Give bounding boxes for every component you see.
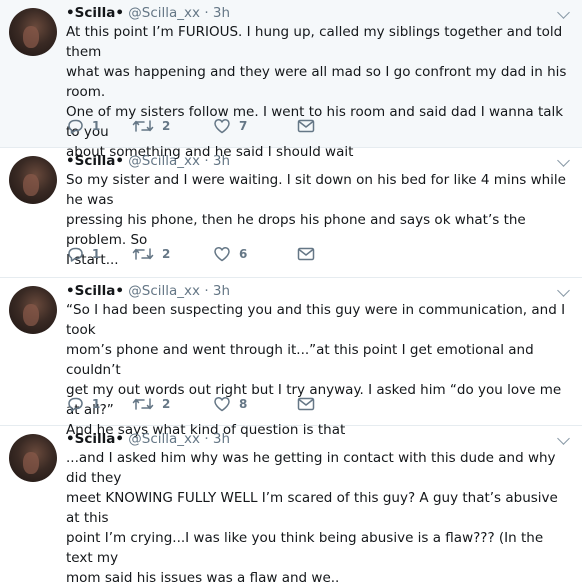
tweet-actions: 1 2 7 <box>66 116 315 136</box>
heart-icon <box>214 119 230 134</box>
username[interactable]: @Scilla_xx <box>128 5 200 21</box>
tweet[interactable]: •Scilla• @Scilla_xx · 3h “So I had been … <box>0 278 582 438</box>
separator: · <box>204 5 209 21</box>
like-count: 7 <box>239 119 248 133</box>
envelope-icon <box>297 247 315 261</box>
envelope-icon <box>297 397 315 411</box>
timestamp[interactable]: 3h <box>213 153 230 169</box>
tweet-actions: 1 2 6 <box>66 244 315 264</box>
tweet-header: •Scilla• @Scilla_xx · 3h <box>66 430 230 448</box>
chevron-down-icon[interactable] <box>557 6 570 19</box>
reply-icon <box>68 397 83 412</box>
tweet[interactable]: •Scilla• @Scilla_xx · 3h At this point I… <box>0 0 582 160</box>
tweet-text: At this point I’m FURIOUS. I hung up, ca… <box>66 24 567 160</box>
separator: · <box>204 431 209 447</box>
display-name[interactable]: •Scilla• <box>66 153 124 169</box>
chevron-down-icon[interactable] <box>557 432 570 445</box>
display-name[interactable]: •Scilla• <box>66 431 124 447</box>
like-count: 6 <box>239 247 248 261</box>
retweet-count: 2 <box>162 247 171 261</box>
like-button[interactable]: 7 <box>213 118 297 134</box>
chevron-down-icon[interactable] <box>557 154 570 167</box>
reply-button[interactable]: 1 <box>66 396 132 412</box>
retweet-button[interactable]: 2 <box>132 396 213 412</box>
tweet[interactable]: •Scilla• @Scilla_xx · 3h ...and I asked … <box>0 426 582 586</box>
retweet-count: 2 <box>162 119 171 133</box>
tweet[interactable]: •Scilla• @Scilla_xx · 3h So my sister an… <box>0 148 582 278</box>
retweet-button[interactable]: 2 <box>132 246 213 262</box>
username[interactable]: @Scilla_xx <box>128 431 200 447</box>
username[interactable]: @Scilla_xx <box>128 153 200 169</box>
heart-icon <box>214 247 230 262</box>
chevron-down-icon[interactable] <box>557 284 570 297</box>
tweet-text: ...and I asked him why was he getting in… <box>66 450 558 586</box>
separator: · <box>204 153 209 169</box>
heart-icon <box>214 397 230 412</box>
envelope-icon <box>297 119 315 133</box>
tweet-thread: •Scilla• @Scilla_xx · 3h At this point I… <box>0 0 582 586</box>
timestamp[interactable]: 3h <box>213 283 230 299</box>
retweet-icon <box>132 398 154 410</box>
reply-button[interactable]: 1 <box>66 118 132 134</box>
reply-count: 1 <box>92 119 101 133</box>
avatar[interactable] <box>9 286 57 334</box>
separator: · <box>204 283 209 299</box>
direct-message-button[interactable] <box>297 119 315 133</box>
like-button[interactable]: 6 <box>213 246 297 262</box>
reply-icon <box>68 247 83 262</box>
tweet-text: “So I had been suspecting you and this g… <box>66 302 566 438</box>
reply-count: 1 <box>92 247 101 261</box>
retweet-button[interactable]: 2 <box>132 118 213 134</box>
display-name[interactable]: •Scilla• <box>66 283 124 299</box>
reply-button[interactable]: 1 <box>66 246 132 262</box>
direct-message-button[interactable] <box>297 397 315 411</box>
avatar[interactable] <box>9 8 57 56</box>
retweet-count: 2 <box>162 397 171 411</box>
retweet-icon <box>132 120 154 132</box>
avatar[interactable] <box>9 156 57 204</box>
reply-count: 1 <box>92 397 101 411</box>
tweet-header: •Scilla• @Scilla_xx · 3h <box>66 4 230 22</box>
tweet-header: •Scilla• @Scilla_xx · 3h <box>66 282 230 300</box>
like-button[interactable]: 8 <box>213 396 297 412</box>
timestamp[interactable]: 3h <box>213 431 230 447</box>
retweet-icon <box>132 248 154 260</box>
timestamp[interactable]: 3h <box>213 5 230 21</box>
like-count: 8 <box>239 397 248 411</box>
display-name[interactable]: •Scilla• <box>66 5 124 21</box>
reply-icon <box>68 119 83 134</box>
avatar[interactable] <box>9 434 57 482</box>
tweet-actions: 1 2 8 <box>66 394 315 414</box>
direct-message-button[interactable] <box>297 247 315 261</box>
username[interactable]: @Scilla_xx <box>128 283 200 299</box>
tweet-header: •Scilla• @Scilla_xx · 3h <box>66 152 230 170</box>
